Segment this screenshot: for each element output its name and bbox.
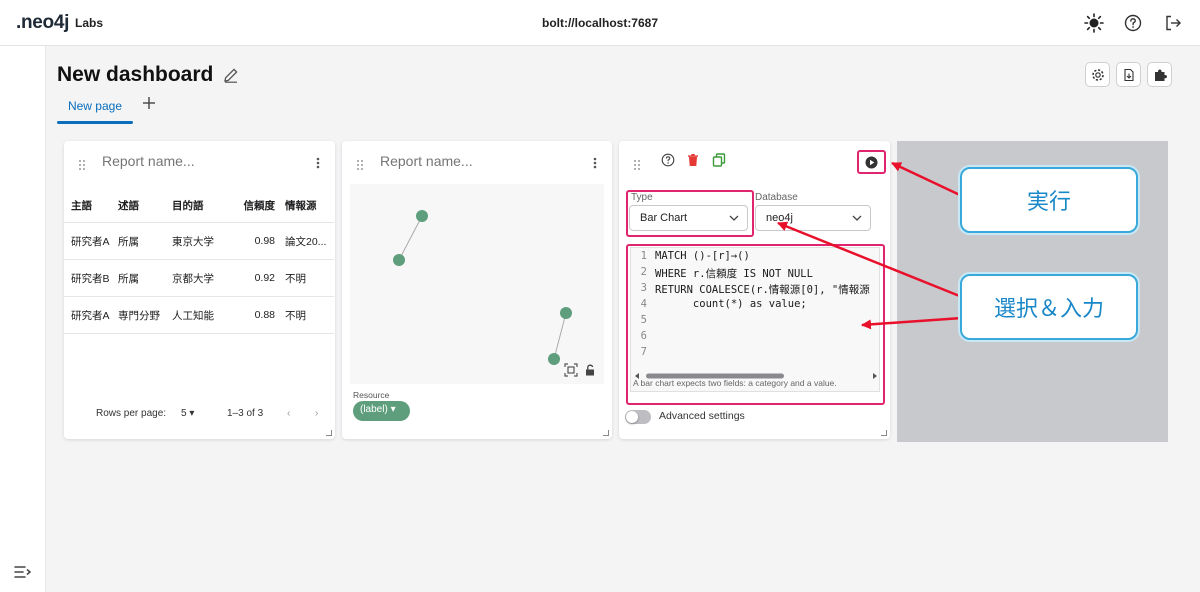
prev-page-icon[interactable]: ‹	[287, 408, 290, 419]
delete-icon[interactable]	[686, 152, 700, 166]
table-cell: 東京大学	[172, 235, 214, 248]
lock-icon[interactable]	[583, 362, 597, 376]
table-cell: 京都大学	[172, 272, 214, 285]
graph-report-card: Resource (label) ▾	[342, 141, 612, 439]
table-header-row: 主語 述語 目的語 信頼度 情報源	[64, 189, 334, 223]
tab-new-page[interactable]: New page	[57, 96, 133, 124]
table-cell: 不明	[285, 309, 306, 322]
table-cell: 0.92	[254, 272, 275, 284]
graph-canvas[interactable]	[350, 184, 604, 384]
table-cell: 専門分野	[118, 309, 160, 322]
report-name-input[interactable]	[102, 153, 282, 169]
database-select[interactable]: neo4j	[755, 205, 871, 231]
run-button-highlight	[857, 150, 886, 174]
download-icon[interactable]	[1116, 62, 1141, 87]
table-cell: 不明	[285, 272, 306, 285]
add-page-icon[interactable]	[142, 96, 158, 114]
logout-icon[interactable]	[1162, 12, 1184, 34]
help-icon[interactable]	[661, 152, 675, 167]
edit-pencil-icon[interactable]	[222, 66, 240, 84]
column-header[interactable]: 信頼度	[236, 198, 281, 213]
legend-title: Resource	[353, 390, 390, 400]
rows-per-page-label: Rows per page:	[96, 408, 167, 419]
table-row: 研究者A 専門分野 人工知能 0.88 不明	[64, 297, 334, 334]
more-vert-icon[interactable]	[591, 155, 599, 169]
table-cell: 論文20...	[285, 235, 327, 248]
legend-label-chip[interactable]: (label) ▾	[353, 401, 410, 421]
type-select-highlight	[626, 190, 754, 237]
column-header[interactable]: 主語	[64, 198, 118, 213]
settings-icon[interactable]	[1085, 62, 1110, 87]
dashboard-title: New dashboard	[57, 63, 214, 86]
expand-sidebar-icon[interactable]	[14, 564, 32, 580]
database-label: Database	[753, 192, 800, 203]
table-cell: 所属	[118, 235, 139, 248]
select-input-callout: 選択＆入力	[960, 274, 1138, 340]
column-header[interactable]: 情報源	[281, 198, 334, 213]
drag-handle-icon[interactable]	[633, 156, 641, 170]
more-vert-icon[interactable]	[314, 155, 322, 169]
graph-node[interactable]	[416, 210, 428, 222]
rows-per-page-select[interactable]: 5 ▾	[181, 408, 194, 419]
graph-node[interactable]	[393, 254, 405, 266]
resize-handle[interactable]	[326, 430, 332, 436]
query-editor-highlight	[626, 244, 885, 405]
table-row: 研究者B 所属 京都大学 0.92 不明	[64, 260, 334, 297]
next-page-icon[interactable]: ›	[315, 408, 318, 419]
table-report-card: 主語 述語 目的語 信頼度 情報源 研究者A 所属 東京大学 0.98 論文20…	[64, 141, 335, 439]
results-table: 主語 述語 目的語 信頼度 情報源 研究者A 所属 東京大学 0.98 論文20…	[64, 189, 334, 334]
table-cell: 研究者A	[71, 309, 110, 322]
column-header[interactable]: 目的語	[172, 198, 236, 213]
table-pagination: Rows per page: 5 ▾ 1–3 of 3 ‹ ›	[64, 407, 334, 423]
theme-sun-icon[interactable]	[1083, 12, 1105, 34]
active-tab-indicator	[57, 121, 133, 124]
graph-node[interactable]	[548, 353, 560, 365]
connection-url[interactable]: bolt://localhost:7687	[0, 16, 1200, 30]
table-cell: 研究者B	[71, 272, 110, 285]
column-header[interactable]: 述語	[118, 198, 172, 213]
page-range: 1–3 of 3	[227, 408, 264, 419]
table-cell: 研究者A	[71, 235, 110, 248]
left-rail	[0, 46, 46, 592]
table-row: 研究者A 所属 東京大学 0.98 論文20...	[64, 223, 334, 260]
duplicate-icon[interactable]	[712, 152, 726, 167]
table-cell: 所属	[118, 272, 139, 285]
resize-handle[interactable]	[881, 430, 887, 436]
table-cell: 人工知能	[172, 309, 214, 322]
top-bar: .neo4j Labs bolt://localhost:7687	[0, 0, 1200, 46]
run-callout: 実行	[960, 167, 1138, 233]
report-name-input[interactable]	[380, 153, 560, 169]
drag-handle-icon[interactable]	[78, 156, 86, 170]
table-cell: 0.88	[254, 309, 275, 321]
fit-graph-icon[interactable]	[564, 362, 578, 377]
graph-node[interactable]	[560, 307, 572, 319]
table-cell: 0.98	[254, 235, 275, 247]
drag-handle-icon[interactable]	[356, 156, 364, 170]
advanced-settings-label: Advanced settings	[659, 410, 745, 422]
help-icon[interactable]	[1122, 12, 1144, 34]
extensions-icon[interactable]	[1147, 62, 1172, 87]
advanced-settings-toggle[interactable]	[625, 410, 651, 424]
resize-handle[interactable]	[603, 430, 609, 436]
